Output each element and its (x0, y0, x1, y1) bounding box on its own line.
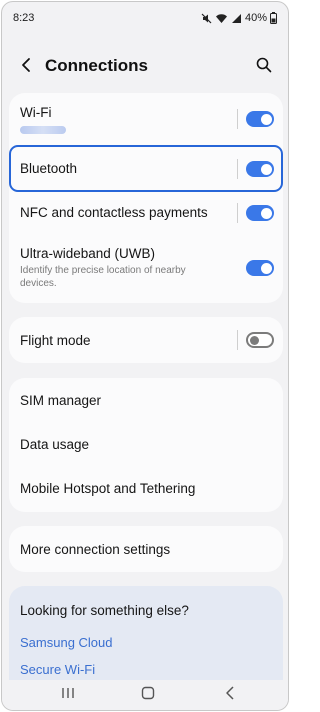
app-header: Connections (2, 42, 288, 90)
hotspot-row[interactable]: Mobile Hotspot and Tethering (9, 466, 283, 510)
wifi-network-name (20, 126, 66, 134)
home-button[interactable] (138, 686, 158, 704)
more-card: More connection settings (9, 526, 283, 572)
flight-mode-label: Flight mode (20, 333, 91, 348)
flight-card: Flight mode (9, 317, 283, 363)
divider (237, 109, 238, 129)
more-settings-label: More connection settings (20, 542, 171, 557)
wifi-icon (215, 13, 228, 24)
chevron-left-icon (20, 57, 32, 78)
flight-mode-toggle[interactable] (246, 332, 274, 348)
home-icon (141, 686, 155, 705)
data-usage-row[interactable]: Data usage (9, 422, 283, 466)
nfc-toggle[interactable] (246, 205, 274, 221)
search-icon (256, 57, 272, 78)
signal-icon (231, 13, 242, 24)
secure-wifi-link[interactable]: Secure Wi-Fi (20, 662, 95, 677)
wireless-card: Wi-Fi Bluetooth NFC and contactless paym… (9, 93, 283, 303)
navigation-bar (2, 680, 288, 710)
wifi-toggle[interactable] (246, 111, 274, 127)
recents-button[interactable] (58, 686, 78, 704)
battery-icon (270, 12, 277, 24)
phone-screen: 8:23 40% Connections Wi-Fi Bluetooth NFC… (1, 1, 289, 711)
uwb-label: Ultra-wideband (UWB) (20, 246, 156, 261)
divider (237, 203, 238, 223)
nav-back-button[interactable] (220, 685, 240, 705)
status-bar: 8:23 40% (2, 2, 288, 36)
hotspot-label: Mobile Hotspot and Tethering (20, 481, 196, 496)
bluetooth-highlight (9, 145, 283, 192)
wifi-label: Wi-Fi (20, 105, 52, 120)
flight-mode-row[interactable]: Flight mode (9, 317, 283, 363)
wifi-row[interactable]: Wi-Fi (9, 93, 283, 143)
recents-icon (61, 686, 75, 704)
uwb-toggle[interactable] (246, 260, 274, 276)
suggestions-title: Looking for something else? (20, 603, 189, 618)
mute-icon (201, 13, 212, 24)
divider (237, 330, 238, 350)
nfc-row[interactable]: NFC and contactless payments (9, 193, 283, 233)
page-title: Connections (45, 56, 148, 75)
sim-manager-label: SIM manager (20, 393, 102, 408)
back-icon (225, 685, 235, 705)
sim-manager-row[interactable]: SIM manager (9, 378, 283, 422)
uwb-subtitle: Identify the precise location of nearby … (20, 265, 186, 289)
status-time: 8:23 (13, 12, 35, 24)
more-settings-row[interactable]: More connection settings (9, 526, 283, 572)
battery-text: 40% (244, 12, 267, 24)
nfc-label: NFC and contactless payments (20, 205, 208, 220)
back-button[interactable] (14, 56, 38, 78)
search-button[interactable] (252, 55, 276, 79)
data-usage-label: Data usage (20, 437, 90, 452)
samsung-cloud-link[interactable]: Samsung Cloud (20, 635, 113, 650)
status-icons: 40% (201, 12, 277, 24)
network-card: SIM manager Data usage Mobile Hotspot an… (9, 378, 283, 512)
uwb-row[interactable]: Ultra-wideband (UWB) Identify the precis… (9, 237, 283, 299)
